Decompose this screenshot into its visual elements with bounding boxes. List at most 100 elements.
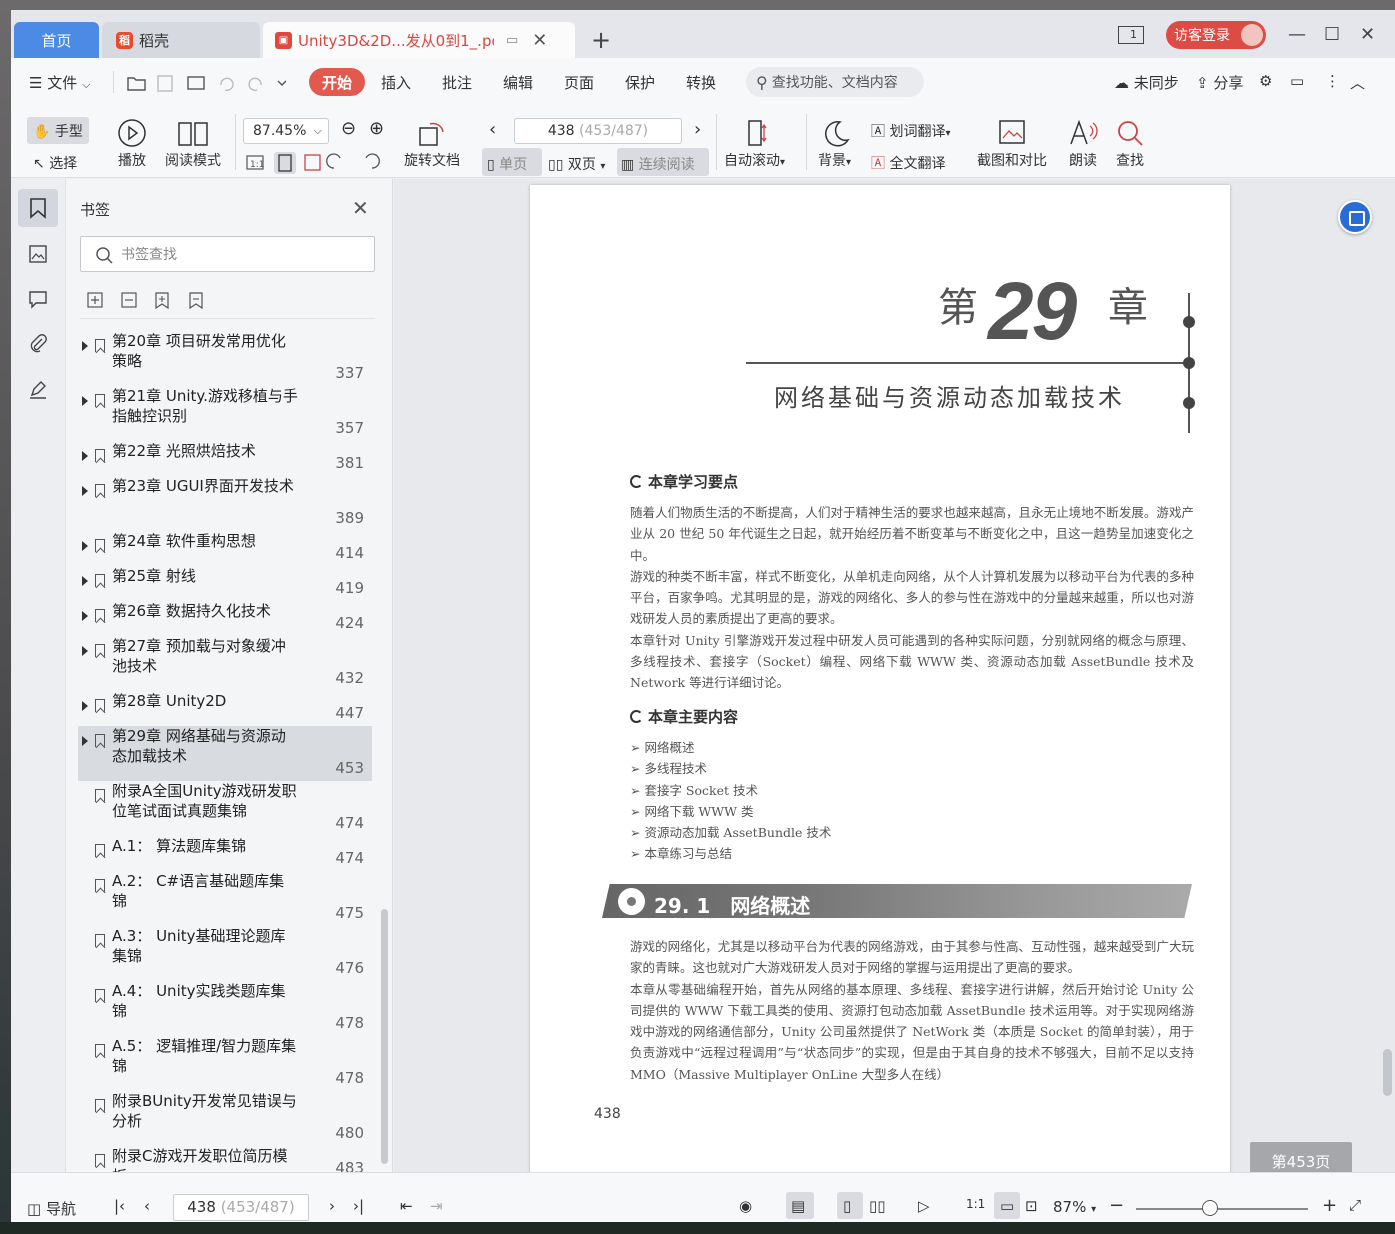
find-button[interactable]: 查找 bbox=[1115, 118, 1145, 170]
floating-tool-button[interactable] bbox=[1338, 200, 1372, 234]
menu-page[interactable]: 页面 bbox=[564, 72, 594, 93]
bookmark-panel-button[interactable] bbox=[18, 189, 58, 227]
eye-protection-icon[interactable]: ◉ bbox=[739, 1197, 752, 1215]
attachments-panel-button[interactable] bbox=[18, 325, 58, 363]
menu-start[interactable]: 开始 bbox=[309, 68, 365, 96]
expand-arrow-icon[interactable] bbox=[82, 646, 88, 656]
hand-tool[interactable]: ✋ 手型 bbox=[33, 121, 83, 141]
bookmark-item[interactable]: 第20章 项目研发常用优化策略 337 bbox=[78, 331, 372, 386]
forward-icon[interactable]: ⇥ bbox=[430, 1197, 443, 1215]
first-page-icon[interactable]: |‹ bbox=[114, 1197, 125, 1215]
zoom-out-icon[interactable]: − bbox=[1109, 1195, 1124, 1216]
chevron-up-icon[interactable]: ︿ bbox=[1350, 72, 1365, 93]
bookmark-item[interactable]: 附录A全国Unity游戏研发职位笔试面试真题集锦 474 bbox=[78, 781, 372, 836]
bookmark-tools[interactable] bbox=[86, 291, 226, 311]
zoom-in-icon[interactable]: + bbox=[1322, 1195, 1337, 1216]
view-fit-icons[interactable]: 1:1 bbox=[246, 152, 386, 174]
bookmark-item[interactable]: 第22章 光照烘焙技术 381 bbox=[78, 441, 372, 476]
double-view-icon[interactable]: ▯▯ bbox=[869, 1197, 886, 1215]
word-translate-button[interactable]: 🄰 划词翻译▾ bbox=[871, 121, 950, 141]
expand-arrow-icon[interactable] bbox=[82, 541, 88, 551]
window-count-icon[interactable]: 1 bbox=[1118, 26, 1144, 44]
bookmark-item[interactable]: 第26章 数据持久化技术 424 bbox=[78, 601, 372, 636]
file-menu[interactable]: ☰ 文件 ⌵ bbox=[29, 72, 90, 93]
maximize-icon[interactable]: ☐ bbox=[1324, 24, 1340, 45]
bookmark-scrollbar[interactable] bbox=[381, 909, 388, 1164]
guest-login-button[interactable]: 访客登录 bbox=[1166, 21, 1266, 49]
expand-arrow-icon[interactable] bbox=[82, 451, 88, 461]
tab-pdf-document[interactable]: ▣ Unity3D&2D...发从0到1_.pdf ▭ ✕ bbox=[263, 22, 575, 58]
menu-convert[interactable]: 转换 bbox=[686, 72, 716, 93]
bookmark-item[interactable]: 第21章 Unity.游戏移植与手指触控识别 357 bbox=[78, 386, 372, 441]
comments-panel-button[interactable] bbox=[18, 280, 58, 318]
play-button[interactable]: 播放 bbox=[117, 118, 147, 170]
bookmark-item[interactable]: A.5： 逻辑推理/智力题库集锦 478 bbox=[78, 1036, 372, 1091]
expand-arrow-icon[interactable] bbox=[82, 486, 88, 496]
tab-home[interactable]: 首页 bbox=[14, 22, 99, 58]
bookmark-item[interactable]: 附录BUnity开发常见错误与分析 480 bbox=[78, 1091, 372, 1146]
zoom-select[interactable]: 87% ▾ bbox=[1053, 1198, 1096, 1216]
expand-arrow-icon[interactable] bbox=[82, 701, 88, 711]
rotate-document-button[interactable]: 旋转文档 bbox=[404, 118, 460, 170]
fit-page-icon[interactable]: ▭ bbox=[1000, 1197, 1014, 1215]
zoom-slider-handle[interactable] bbox=[1202, 1200, 1218, 1216]
background-button[interactable]: 背景▾ bbox=[818, 118, 851, 170]
zoom-select[interactable]: 87.45% ⌵ bbox=[243, 118, 329, 144]
auto-scroll-button[interactable]: 自动滚动▾ bbox=[724, 118, 785, 170]
prev-page-icon[interactable]: ‹ bbox=[144, 1197, 150, 1215]
actual-size-icon[interactable]: 1:1 bbox=[966, 1197, 985, 1211]
back-icon[interactable]: ⇤ bbox=[400, 1197, 413, 1215]
bookmark-item[interactable]: 第27章 预加载与对象缓冲池技术 432 bbox=[78, 636, 372, 691]
navigation-toggle[interactable]: ◫ 导航 bbox=[27, 1198, 76, 1219]
menu-edit[interactable]: 编辑 bbox=[503, 72, 533, 93]
expand-arrow-icon[interactable] bbox=[82, 576, 88, 586]
bookmark-item[interactable]: A.2： C#语言基础题库集锦 475 bbox=[78, 871, 372, 926]
new-tab-button[interactable]: + bbox=[591, 27, 611, 53]
continuous-read-button[interactable]: ▥ 连续阅读 bbox=[621, 154, 695, 174]
close-icon[interactable]: ✕ bbox=[352, 196, 369, 220]
next-page-icon[interactable]: › bbox=[329, 1197, 335, 1215]
next-page-icon[interactable]: › bbox=[694, 119, 701, 140]
feature-search[interactable]: ⚲ 查找功能、文档内容 bbox=[746, 67, 924, 97]
monitor-icon[interactable]: ▭ bbox=[506, 33, 518, 48]
zoom-out-icon[interactable]: ⊖ bbox=[341, 118, 356, 139]
fullscreen-icon[interactable]: ⤢ bbox=[1349, 1196, 1361, 1214]
bookmark-item[interactable]: 第23章 UGUI界面开发技术 389 bbox=[78, 476, 372, 531]
select-tool[interactable]: ↖ 选择 bbox=[33, 153, 77, 173]
expand-arrow-icon[interactable] bbox=[82, 611, 88, 621]
last-page-icon[interactable]: ›| bbox=[353, 1197, 364, 1215]
single-page-button[interactable]: ▯ 单页 bbox=[487, 154, 527, 174]
tab-daoke[interactable]: 稻 稻壳 bbox=[102, 22, 260, 58]
menu-protect[interactable]: 保护 bbox=[625, 72, 655, 93]
screenshot-compare-button[interactable]: 截图和对比 bbox=[977, 118, 1047, 170]
sync-status[interactable]: ☁ 未同步 bbox=[1114, 72, 1179, 93]
continuous-view-icon[interactable]: ▤ bbox=[791, 1197, 805, 1215]
close-window-icon[interactable]: ✕ bbox=[1360, 24, 1375, 45]
prev-page-icon[interactable]: ‹ bbox=[489, 119, 496, 140]
read-mode-button[interactable]: 阅读模式 bbox=[165, 118, 221, 170]
bookmark-item[interactable]: 第28章 Unity2D 447 bbox=[78, 691, 372, 726]
minimize-icon[interactable]: — bbox=[1288, 24, 1306, 45]
document-scrollbar[interactable] bbox=[1380, 179, 1395, 1172]
more-icon[interactable]: ⋮ bbox=[1325, 72, 1340, 90]
expand-arrow-icon[interactable] bbox=[82, 736, 88, 746]
bookmark-item[interactable]: 第29章 网络基础与资源动态加载技术 453 bbox=[78, 726, 372, 781]
share-button[interactable]: ⇪ 分享 bbox=[1196, 72, 1243, 93]
signature-panel-button[interactable] bbox=[18, 370, 58, 408]
bookmark-item[interactable]: A.4： Unity实践类题库集锦 478 bbox=[78, 981, 372, 1036]
page-number-input[interactable]: 438 (453/487) bbox=[514, 118, 682, 144]
expand-arrow-icon[interactable] bbox=[82, 341, 88, 351]
expand-arrow-icon[interactable] bbox=[82, 396, 88, 406]
comment-icon[interactable]: ▭ bbox=[1290, 72, 1304, 90]
menu-insert[interactable]: 插入 bbox=[381, 72, 411, 93]
zoom-slider[interactable] bbox=[1136, 1208, 1308, 1210]
bookmark-item[interactable]: 第24章 软件重构思想 414 bbox=[78, 531, 372, 566]
zoom-in-icon[interactable]: ⊕ bbox=[369, 118, 384, 139]
bookmark-item[interactable]: A.3： Unity基础理论题库集锦 476 bbox=[78, 926, 372, 981]
status-page-input[interactable]: 438 (453/487) bbox=[173, 1194, 309, 1221]
thumbnail-panel-button[interactable] bbox=[18, 235, 58, 273]
fit-width-icon[interactable]: ⊡ bbox=[1025, 1197, 1038, 1215]
single-view-icon[interactable]: ▯ bbox=[843, 1197, 851, 1215]
tab-close-icon[interactable]: ✕ bbox=[532, 30, 547, 51]
menu-annotate[interactable]: 批注 bbox=[442, 72, 472, 93]
